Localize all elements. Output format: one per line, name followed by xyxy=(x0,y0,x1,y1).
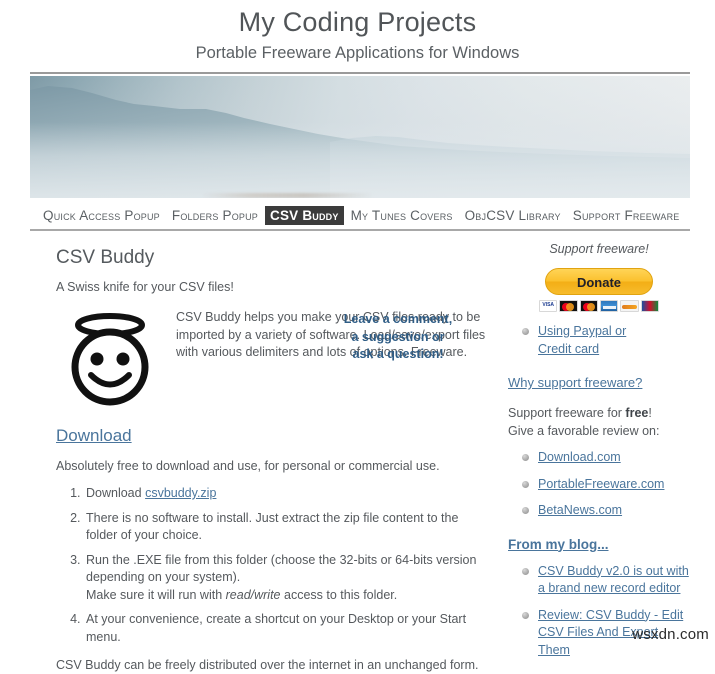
review-site-link-download-com[interactable]: Download.com xyxy=(538,450,621,464)
bullet-icon xyxy=(522,567,529,575)
step3-line2-post: access to this folder. xyxy=(280,587,398,602)
banner-container xyxy=(30,72,690,198)
blog-post-1-line2: a brand new record editor xyxy=(538,581,681,595)
nav-item-my-tunes-covers[interactable]: My Tunes Covers xyxy=(346,206,458,225)
download-intro-text: Absolutely free to download and use, for… xyxy=(56,459,440,473)
site-watermark: wsxdn.com xyxy=(632,626,709,643)
paypal-link-line2: Credit card xyxy=(538,341,600,356)
intro-block: CSV Buddy helps you make your CSV files … xyxy=(56,307,490,407)
callout-line-2: a suggestion or xyxy=(351,329,445,344)
discover-card-icon xyxy=(620,300,639,312)
paypal-link-line1: Using Paypal or xyxy=(538,324,627,338)
mastercard-card-icon xyxy=(559,300,578,312)
step3-line2-pre: Make sure it will run with xyxy=(86,587,226,602)
download-steps-list: Download csvbuddy.zip There is no softwa… xyxy=(56,485,490,646)
from-my-blog-heading[interactable]: From my blog... xyxy=(508,536,690,554)
mist-haze-overlay xyxy=(30,122,690,198)
main-navigation[interactable]: Quick Access Popup Folders Popup CSV Buddy… xyxy=(30,204,690,231)
support-freeware-label: Support freeware! xyxy=(549,242,649,256)
free-support-post: ! xyxy=(648,406,652,420)
site-tagline: Portable Freeware Applications for Windo… xyxy=(195,44,520,62)
free-support-pre: Support freeware for xyxy=(508,406,626,420)
paypal-credit-card-link[interactable]: Using Paypal or Credit card xyxy=(538,324,626,356)
favorable-review-text: Give a favorable review on: xyxy=(508,423,660,438)
step3-readwrite-emphasis: read/write xyxy=(225,587,281,602)
nav-item-csv-buddy[interactable]: CSV Buddy xyxy=(265,206,344,225)
sidebar-column: Support freeware! Donate Using Paypal or… xyxy=(508,241,690,668)
banner-photo-misty-mountain xyxy=(30,76,690,198)
bullet-icon xyxy=(522,480,529,488)
review-site-link-portablefreeware-com[interactable]: PortableFreeware.com xyxy=(538,477,664,491)
blog-posts-list: CSV Buddy v2.0 is out with a brand new re… xyxy=(508,563,690,660)
paypal-link-list: Using Paypal or Credit card xyxy=(508,323,690,358)
from-my-blog-link[interactable]: From my blog... xyxy=(508,537,609,552)
bullet-icon xyxy=(522,611,529,619)
step-item-4: At your convenience, create a shortcut o… xyxy=(84,611,490,646)
nav-item-objcsv-library[interactable]: ObjCSV Library xyxy=(460,206,566,225)
blog-post-link-csv-buddy-v2[interactable]: CSV Buddy v2.0 is out with a brand new re… xyxy=(538,564,689,596)
review-site-link-betanews-com[interactable]: BetaNews.com xyxy=(538,503,622,517)
list-item[interactable]: Download.com xyxy=(522,449,690,467)
callout-line-3: ask a question! xyxy=(352,347,444,361)
shoreline-highlight xyxy=(201,193,374,198)
closing-text: CSV Buddy can be freely distributed over… xyxy=(56,658,479,672)
accepted-cards-row xyxy=(537,298,661,314)
free-emphasis: free xyxy=(625,406,649,420)
bullet-icon xyxy=(522,328,529,335)
jcb-card-icon xyxy=(640,300,659,312)
step-item-1: Download csvbuddy.zip xyxy=(84,485,490,503)
step1-prefix: Download xyxy=(86,486,146,500)
bullet-icon xyxy=(522,454,529,461)
blog-post-1-line1: CSV Buddy v2.0 is out with xyxy=(538,563,689,578)
page-body: CSV Buddy A Swiss knife for your CSV fil… xyxy=(30,231,690,674)
amex-card-icon xyxy=(600,300,619,312)
bullet-icon xyxy=(522,507,529,514)
download-section-heading[interactable]: Download xyxy=(56,425,490,447)
step-item-2: There is no software to install. Just ex… xyxy=(84,510,490,545)
why-support-heading[interactable]: Why support freeware? xyxy=(508,374,690,392)
free-support-text: Support freeware for free! Give a favora… xyxy=(508,405,690,440)
nav-item-quick-access-popup[interactable]: Quick Access Popup xyxy=(38,206,165,225)
comment-callout[interactable]: Leave a comment, a suggestion or ask a q… xyxy=(318,311,478,364)
donate-button[interactable]: Donate xyxy=(545,268,653,295)
page-subtitle: A Swiss knife for your CSV files! xyxy=(56,280,234,294)
main-content-column: CSV Buddy A Swiss knife for your CSV fil… xyxy=(30,241,490,674)
page-title: CSV Buddy xyxy=(56,247,155,268)
nav-item-support-freeware[interactable]: Support Freeware xyxy=(568,206,685,225)
maestro-card-icon xyxy=(579,300,598,312)
list-item[interactable]: Using Paypal or Credit card xyxy=(522,323,690,358)
site-header: My Coding Projects Portable Freeware App… xyxy=(0,0,715,63)
review-sites-list: Download.com PortableFreeware.com BetaNe… xyxy=(508,449,690,520)
step3-line1: Run the .EXE file from this folder (choo… xyxy=(86,552,477,585)
blog-post-2-line1: Review: CSV Buddy - Edit xyxy=(538,607,684,622)
list-item[interactable]: CSV Buddy v2.0 is out with a brand new re… xyxy=(522,563,690,598)
csvbuddy-zip-link[interactable]: csvbuddy.zip xyxy=(145,486,216,500)
angel-smiley-logo-icon xyxy=(71,313,149,406)
download-heading-link[interactable]: Download xyxy=(56,426,132,445)
list-item[interactable]: BetaNews.com xyxy=(522,502,690,520)
site-title: My Coding Projects xyxy=(238,7,477,37)
visa-card-icon xyxy=(539,300,558,312)
list-item[interactable]: PortableFreeware.com xyxy=(522,476,690,494)
why-support-freeware-link[interactable]: Why support freeware? xyxy=(508,375,642,390)
callout-line-1: Leave a comment, xyxy=(343,312,453,326)
donate-widget: Donate xyxy=(525,268,673,314)
nav-item-folders-popup[interactable]: Folders Popup xyxy=(167,206,263,225)
step-item-3: Run the .EXE file from this folder (choo… xyxy=(84,552,490,605)
